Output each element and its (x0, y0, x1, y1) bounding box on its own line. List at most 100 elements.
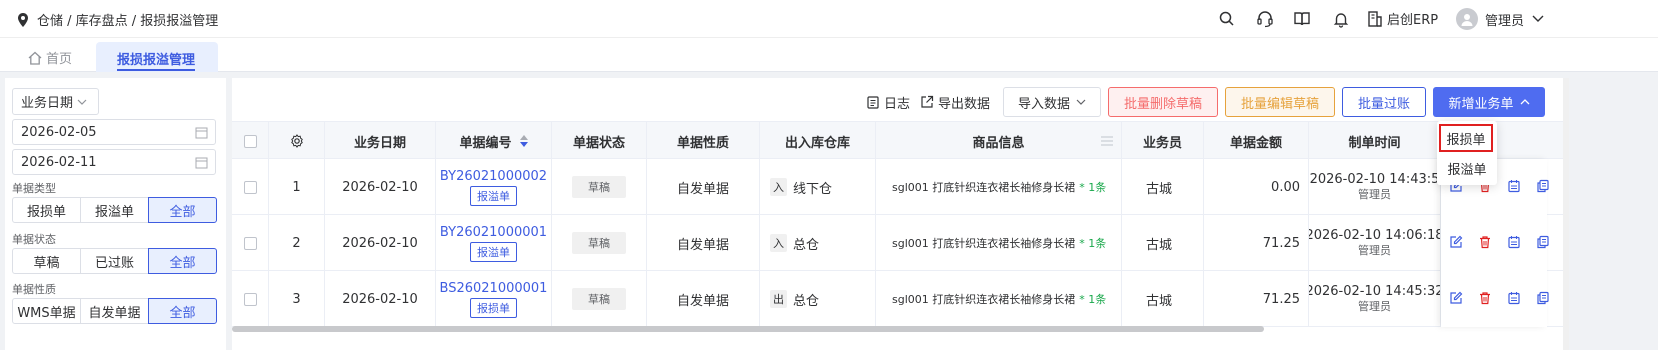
new-doc-button[interactable]: 新增业务单 (1433, 87, 1545, 117)
batch-delete-draft-button[interactable]: 批量删除草稿 (1108, 87, 1218, 117)
export-button[interactable]: 导出数据 (920, 87, 990, 117)
nature-wms[interactable]: WMS单据 (12, 298, 81, 324)
sort-icon[interactable] (519, 135, 528, 147)
calendar-icon (195, 156, 208, 169)
goods-count[interactable]: * 1条 (1079, 291, 1106, 307)
start-date-input[interactable]: 2026-02-05 (12, 119, 216, 145)
nature-segment: WMS单据 自发单据 全部 (12, 298, 217, 324)
edit-icon[interactable] (1449, 291, 1463, 305)
user-menu[interactable]: 管理员 (1456, 8, 1544, 30)
delete-icon[interactable] (1478, 291, 1492, 305)
doc-type-overflow[interactable]: 报溢单 (80, 197, 149, 223)
delete-icon[interactable] (1478, 235, 1492, 249)
col-time: 制单时间 (1309, 122, 1441, 160)
creator: 管理员 (1358, 300, 1391, 313)
col-doc-no-label: 单据编号 (459, 135, 512, 151)
creator: 管理员 (1358, 244, 1391, 257)
status-posted[interactable]: 已过账 (80, 248, 149, 274)
menu-item-overflow-doc[interactable]: 报溢单 (1437, 154, 1497, 182)
batch-edit-draft-button[interactable]: 批量编辑草稿 (1225, 87, 1335, 117)
settings-cell (269, 122, 325, 160)
tab-loss-overflow[interactable]: 报损报溢管理 (96, 42, 218, 72)
horizontal-scrollbar[interactable] (232, 326, 1264, 332)
doc-no-link[interactable]: BS26021000001 (440, 281, 548, 296)
select-all-checkbox[interactable] (243, 134, 257, 148)
nature-all[interactable]: 全部 (148, 298, 217, 324)
batch-post-button[interactable]: 批量过账 (1342, 87, 1426, 117)
post-icon[interactable] (1507, 235, 1521, 249)
col-warehouse: 出入库仓库 (760, 122, 876, 160)
nature-self[interactable]: 自发单据 (80, 298, 149, 324)
table-row[interactable]: 1 2026-02-10 BY26021000002 报溢单 草稿 自发单据入线下仓 sgl… (232, 159, 1564, 215)
headset-icon[interactable] (1256, 10, 1274, 28)
chevron-up-icon (1520, 99, 1530, 105)
goods-count[interactable]: * 1条 (1079, 235, 1106, 251)
status-draft[interactable]: 草稿 (12, 248, 81, 274)
status-badge: 草稿 (572, 232, 626, 254)
row-goods-cell: sgl001 打底针织连衣裙长袖修身长裙 * 1条 (876, 215, 1122, 271)
row-index: 1 (269, 159, 325, 215)
goods-count[interactable]: * 1条 (1079, 179, 1106, 195)
copy-icon[interactable] (1536, 235, 1550, 249)
post-icon[interactable] (1507, 291, 1521, 305)
import-button[interactable]: 导入数据 (1003, 87, 1101, 117)
created-time: 2026-02-10 14:43:5 (1309, 172, 1440, 187)
row-actions (1449, 291, 1550, 305)
row-checkbox[interactable] (243, 236, 257, 250)
doc-type-loss[interactable]: 报损单 (12, 197, 81, 223)
brand-name: 启创ERP (1387, 13, 1439, 28)
end-date-input[interactable]: 2026-02-11 (12, 149, 216, 175)
row-nature: 自发单据 (647, 271, 760, 327)
vertical-scrollbar[interactable] (1563, 78, 1569, 350)
table-header: 业务日期 单据编号 单据状态 单据性质 出入库仓库 商品信息 业务员 单据金额 … (232, 121, 1564, 160)
log-label: 日志 (884, 96, 911, 112)
post-icon[interactable] (1507, 179, 1521, 193)
created-time: 2026-02-10 14:06:18 (1309, 228, 1441, 243)
direction-tag: 入 (770, 234, 787, 252)
building-icon (1366, 10, 1387, 28)
row-goods-cell: sgl001 打底针织连衣裙长袖修身长裙 * 1条 (876, 271, 1122, 327)
date-type-select[interactable]: 业务日期 (12, 88, 99, 115)
row-warehouse-cell: 出总仓 (760, 271, 876, 327)
col-date[interactable]: 业务日期 (325, 122, 436, 160)
copy-icon[interactable] (1536, 291, 1550, 305)
row-index: 2 (269, 215, 325, 271)
row-checkbox[interactable] (243, 292, 257, 306)
import-label: 导入数据 (1017, 96, 1070, 112)
search-icon[interactable] (1218, 10, 1236, 28)
row-index: 3 (269, 271, 325, 327)
doc-no-link[interactable]: BY26021000001 (440, 225, 547, 240)
menu-icon[interactable] (1101, 136, 1113, 146)
goods-name: sgl001 打底针织连衣裙长袖修身长裙 (892, 237, 1076, 250)
row-clerk: 古城 (1122, 159, 1204, 215)
col-doc-no[interactable]: 单据编号 (436, 122, 552, 160)
status-label: 单据状态 (12, 233, 56, 246)
col-amount: 单据金额 (1204, 122, 1309, 160)
doc-no-link[interactable]: BY26021000002 (440, 169, 547, 184)
table-row[interactable]: 2 2026-02-10 BY26021000001 报溢单 草稿 自发单据入总仓 sgl0… (232, 215, 1564, 271)
brand[interactable]: 启创ERP (1366, 9, 1438, 28)
row-status-cell: 草稿 (552, 159, 647, 215)
chevron-down-icon (1076, 99, 1086, 105)
gear-icon[interactable] (290, 134, 304, 148)
row-checkbox[interactable] (243, 180, 257, 194)
warehouse-name: 线下仓 (793, 181, 833, 197)
log-button[interactable]: 日志 (866, 87, 910, 117)
book-icon[interactable] (1293, 10, 1311, 28)
clipboard-icon (866, 95, 884, 109)
status-all[interactable]: 全部 (148, 248, 217, 274)
edit-icon[interactable] (1449, 235, 1463, 249)
start-date-value: 2026-02-05 (21, 124, 97, 140)
tab-home[interactable]: 首页 (28, 48, 72, 67)
table-row[interactable]: 3 2026-02-10 BS26021000001 报损单 草稿 自发单据出总仓 sgl0… (232, 271, 1564, 327)
avatar (1456, 8, 1478, 30)
filter-panel: 业务日期 2026-02-05 2026-02-11 单据类型 报损单 报溢单 … (5, 78, 226, 350)
copy-icon[interactable] (1536, 179, 1550, 193)
bell-icon[interactable] (1332, 10, 1350, 28)
doc-type-all[interactable]: 全部 (148, 197, 217, 223)
user-name: 管理员 (1485, 13, 1525, 29)
row-actions (1449, 235, 1550, 249)
row-amount: 71.25 (1204, 271, 1309, 327)
menu-item-loss-doc[interactable]: 报损单 (1439, 124, 1493, 152)
status-badge: 草稿 (572, 288, 626, 310)
